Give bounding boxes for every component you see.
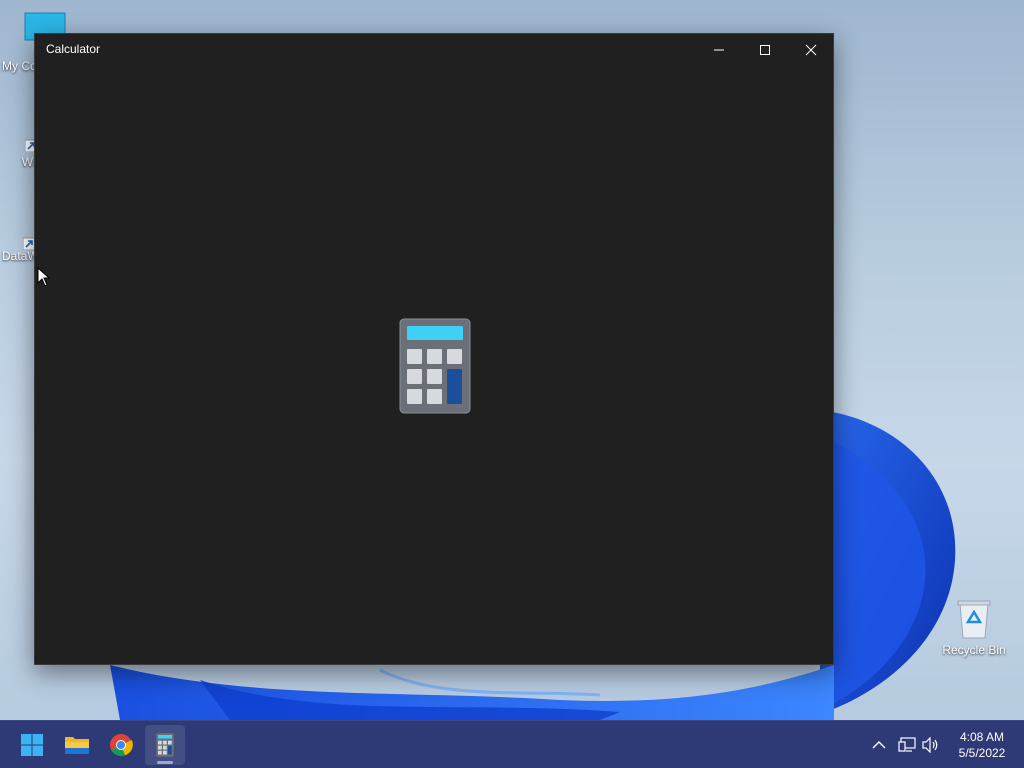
close-button[interactable]: [788, 34, 834, 66]
taskbar-file-explorer[interactable]: [57, 725, 97, 765]
volume-icon: [922, 737, 938, 753]
maximize-icon: [760, 45, 770, 55]
desktop-icon-label: Recycle Bin: [942, 643, 1006, 657]
active-app-indicator: [157, 761, 173, 764]
mouse-cursor-icon: [37, 267, 51, 287]
taskbar-chrome[interactable]: [101, 725, 141, 765]
network-button[interactable]: [895, 733, 919, 757]
taskbar-clock[interactable]: 4:08 AM 5/5/2022: [946, 729, 1018, 761]
folder-icon: [65, 737, 89, 754]
taskbar: 4:08 AM 5/5/2022: [0, 720, 1024, 768]
recycle-bin-icon: [957, 600, 991, 639]
network-icon: [898, 737, 916, 752]
title-bar[interactable]: Calculator: [35, 34, 833, 66]
maximize-button[interactable]: [742, 34, 788, 66]
minimize-icon: [714, 49, 724, 51]
calculator-icon: [156, 733, 174, 757]
clock-date: 5/5/2022: [958, 746, 1006, 760]
windows-start-icon: [21, 734, 43, 756]
calculator-window[interactable]: Calculator: [34, 33, 834, 665]
minimize-button[interactable]: [696, 34, 742, 66]
calculator-icon: [399, 318, 471, 414]
volume-button[interactable]: [919, 733, 943, 757]
taskbar-calculator[interactable]: [145, 725, 185, 765]
window-title: Calculator: [46, 42, 101, 56]
clock-time: 4:08 AM: [959, 730, 1005, 744]
desktop-icon-recycle-bin[interactable]: Recycle Bin: [938, 598, 1010, 657]
chrome-icon: [110, 734, 133, 756]
start-button[interactable]: [12, 725, 52, 765]
chevron-up-icon: [872, 741, 886, 749]
show-hidden-icons-button[interactable]: [867, 733, 891, 757]
close-icon: [805, 44, 817, 56]
